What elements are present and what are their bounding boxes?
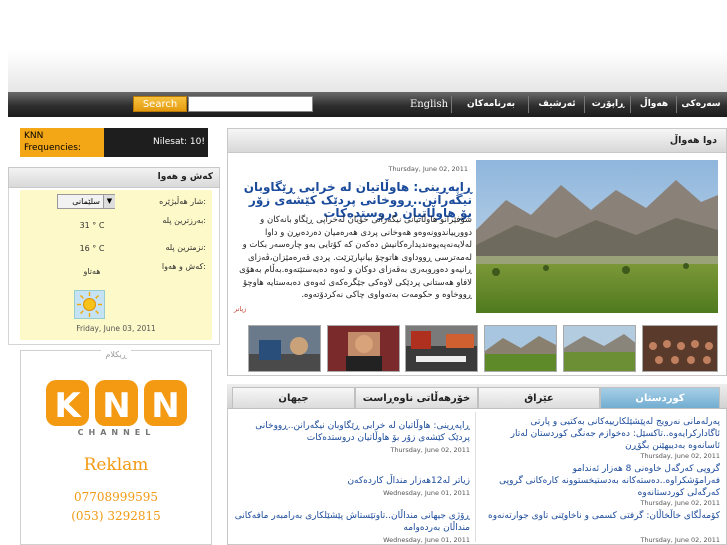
featured-date: Thursday, June 02, 2011 — [388, 165, 468, 173]
news-thumbnail[interactable] — [484, 325, 557, 372]
news-thumbnail[interactable] — [563, 325, 636, 372]
latest-news-title: دوا هەواڵ — [669, 135, 717, 146]
news-item-date: Wednesday, June 01, 2011 — [383, 489, 470, 497]
chevron-down-icon[interactable]: ▼ — [103, 195, 115, 208]
news-item-date: Thursday, June 02, 2011 — [640, 452, 720, 460]
news-thumbnail[interactable] — [248, 325, 321, 372]
header-banner — [8, 0, 727, 92]
tab-kurdistan[interactable]: کوردستان — [600, 387, 720, 408]
svg-text:N: N — [151, 386, 179, 426]
news-item-link[interactable]: پەرلەمانی نەرویج لەپێشێلکارییەکانی بەکتی… — [480, 416, 720, 452]
news-item-link[interactable]: کۆمەڵگای خاڵخاڵان: گرفتی کسمی و ناخاوێنی… — [480, 510, 720, 522]
nav-programs[interactable]: بەرنامەکان — [455, 92, 527, 117]
condition-label: کەش و هەوا: — [161, 262, 206, 271]
weather-title: کەش و هەوا — [157, 172, 213, 182]
knn-logo: K N N — [44, 378, 189, 428]
min-temp-label: نزمترین پلە: — [165, 243, 206, 252]
featured-image[interactable] — [476, 160, 718, 313]
nav-separator — [451, 96, 452, 113]
city-label: شار هەڵبژێرە: — [159, 197, 206, 206]
nav-news[interactable]: هەواڵ — [633, 92, 675, 117]
news-item-date: Thursday, June 02, 2011 — [640, 536, 720, 544]
search-input[interactable] — [188, 96, 313, 112]
svg-text:N: N — [102, 386, 130, 426]
news-item-link[interactable]: گروپی کەرگەل خاوەنی 8 هەزار ئەندامو فەرا… — [480, 463, 720, 499]
nav-separator — [528, 96, 529, 113]
nav-archive[interactable]: ئەرشیف — [531, 92, 583, 117]
max-temp-value: 31 ° C — [79, 221, 105, 230]
tab-world[interactable]: جیهان — [232, 387, 355, 408]
tab-middle-east[interactable]: خۆرهەڵاتی ناوەڕاست — [355, 387, 478, 408]
nav-separator — [630, 96, 631, 113]
search-button[interactable]: Search — [133, 96, 187, 112]
news-thumbnail[interactable] — [405, 325, 478, 372]
news-item-date: Thursday, June 02, 2011 — [390, 446, 470, 454]
ad-channel-text: CHANNEL — [77, 428, 156, 437]
nav-reports[interactable]: ڕاپۆرت — [587, 92, 629, 117]
nav-english[interactable]: English — [408, 92, 450, 117]
news-item-link[interactable]: زیاتر لە12هەزار منداڵ کاردەکەن — [234, 475, 470, 487]
nav-separator — [676, 96, 677, 113]
news-item-link[interactable]: ڕۆژی جیهانی منداڵان..تاوتێستاش پێشێلکاری… — [234, 510, 470, 534]
column-divider — [475, 412, 476, 542]
condition-value: هەتاو — [83, 267, 101, 276]
svg-text:K: K — [54, 386, 82, 426]
ad-phone-2: (053) 3292815 — [71, 509, 161, 523]
weather-date: Friday, June 03, 2011 — [76, 324, 156, 333]
news-item-date: Thursday, June 02, 2011 — [640, 499, 720, 507]
frequency-label: KNN Frequencies: — [20, 128, 104, 157]
ad-label: ڕیکلام — [20, 350, 212, 359]
featured-summary: شۆفێرانو هاوڵاتیانی نیگەرانی خۆیان لەخرا… — [239, 215, 472, 300]
ad-reklam-text: Reklam — [83, 455, 149, 475]
nav-separator — [584, 96, 585, 113]
nav-home[interactable]: سەرەکی — [679, 92, 723, 117]
news-thumbnail[interactable] — [642, 325, 718, 372]
min-temp-value: 16 ° C — [79, 244, 105, 253]
news-item-link[interactable]: ڕاپەڕینی: هاوڵاتیان لە خرابی ڕێگاوبان نی… — [234, 420, 470, 444]
news-thumbnail[interactable] — [327, 325, 400, 372]
featured-more-link[interactable]: زیاتر — [234, 305, 262, 313]
tab-iraq[interactable]: عێراق — [478, 387, 600, 408]
frequency-ticker: Nilesat: 10! — [104, 128, 208, 157]
max-temp-label: بەرزترین پلە: — [162, 216, 206, 225]
news-item-date: Wednesday, June 01, 2011 — [383, 536, 470, 544]
sun-icon — [74, 290, 105, 319]
ad-phone-1: 07708999595 — [74, 490, 158, 504]
